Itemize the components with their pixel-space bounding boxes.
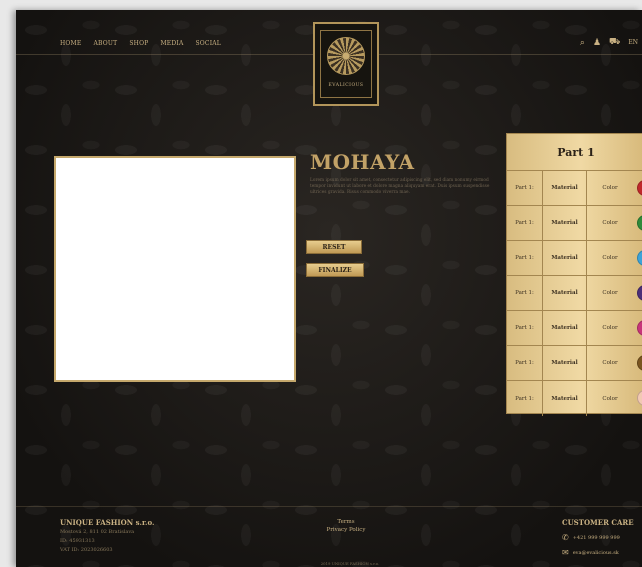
footer-id: ID: 45931313 [60, 538, 95, 544]
color-swatch[interactable] [637, 390, 642, 406]
language-switch[interactable]: EN [628, 39, 638, 46]
color-swatch[interactable] [637, 250, 642, 266]
part-label: Part 1: [507, 171, 543, 205]
part-row: Part 1: Material Color [507, 311, 642, 346]
footer-divider [16, 506, 642, 507]
nav-media[interactable]: MEDIA [160, 40, 183, 47]
footer-links: Terms Privacy Policy [316, 518, 376, 534]
email-contact[interactable]: ✉ eva@evalicious.sk [562, 548, 634, 557]
reset-button[interactable]: RESET [306, 240, 362, 254]
logo-emblem-icon [327, 37, 365, 75]
material-select[interactable]: Material [543, 276, 587, 310]
part-label: Part 1: [507, 276, 543, 310]
footer-address: Mostová 2, 811 02 Bratislava [60, 529, 135, 535]
color-swatch[interactable] [637, 285, 642, 301]
material-select[interactable]: Material [543, 346, 587, 380]
product-description: Lorem ipsum dolor sit amet, consectetur … [310, 178, 490, 195]
part-row: Part 1: Material Color [507, 241, 642, 276]
footer-vat: VAT ID: 2023026603 [60, 547, 113, 553]
material-select[interactable]: Material [543, 241, 587, 275]
brand-logo[interactable]: EVALICIOUS [313, 22, 379, 106]
footer-company-info: UNIQUE FASHION s.r.o. Mostová 2, 811 02 … [60, 518, 154, 554]
parts-panel: Part 1 Part 1: Material Color Part 1: Ma… [506, 133, 642, 416]
product-title: MOHAYA [310, 150, 415, 174]
part-row: Part 1: Material Color [507, 206, 642, 241]
part-label: Part 1: [507, 346, 543, 380]
finalize-button[interactable]: FINALIZE [306, 263, 364, 277]
color-swatch[interactable] [637, 320, 642, 336]
customer-care-title: CUSTOMER CARE [562, 518, 634, 527]
terms-link[interactable]: Terms [316, 518, 376, 526]
footer-company-name: UNIQUE FASHION s.r.o. [60, 518, 155, 527]
nav-home[interactable]: HOME [60, 40, 81, 47]
part-row: Part 1: Material Color [507, 346, 642, 381]
color-label: Color [602, 360, 618, 366]
part-row: Part 1: Material Color [507, 381, 642, 416]
logo-frame: EVALICIOUS [320, 30, 372, 98]
color-label: Color [602, 325, 618, 331]
material-select[interactable]: Material [543, 311, 587, 345]
color-swatch[interactable] [637, 215, 642, 231]
part-row: Part 1: Material Color [507, 276, 642, 311]
color-label: Color [602, 255, 618, 261]
color-label: Color [602, 395, 618, 402]
phone-icon: ✆ [562, 533, 569, 542]
footer-copyright: 2019 UNIQUE FASHION s.r.o. [320, 561, 380, 566]
color-swatch[interactable] [637, 180, 642, 196]
material-select[interactable]: Material [543, 381, 587, 416]
part-label: Part 1: [507, 241, 543, 275]
part-label: Part 1: [507, 381, 543, 416]
design-canvas[interactable] [54, 156, 296, 382]
part-label: Part 1: [507, 311, 543, 345]
logo-text: EVALICIOUS [328, 83, 364, 88]
material-select[interactable]: Material [543, 206, 587, 240]
page-frame: HOME ABOUT SHOP MEDIA SOCIAL EVALICIOUS … [16, 10, 642, 567]
mail-icon: ✉ [562, 548, 569, 557]
parts-panel-title: Part 1 [507, 134, 642, 171]
nav-social[interactable]: SOCIAL [195, 40, 221, 47]
top-nav: HOME ABOUT SHOP MEDIA SOCIAL [60, 40, 221, 47]
nav-about[interactable]: ABOUT [93, 40, 117, 47]
material-select[interactable]: Material [543, 171, 587, 205]
part-row: Part 1: Material Color [507, 171, 642, 206]
color-label: Color [602, 185, 618, 191]
header-actions: ⌕ ♟ ⛟ EN [580, 37, 638, 48]
user-icon[interactable]: ♟ [593, 38, 601, 48]
color-swatch[interactable] [637, 355, 642, 371]
color-label: Color [602, 290, 618, 296]
cart-icon[interactable]: ⛟ [609, 37, 620, 48]
phone-contact[interactable]: ✆ +421 999 999 999 [562, 533, 634, 542]
privacy-link[interactable]: Privacy Policy [316, 526, 376, 534]
email-address: eva@evalicious.sk [572, 549, 619, 556]
footer-customer-care: CUSTOMER CARE ✆ +421 999 999 999 ✉ eva@e… [562, 518, 634, 557]
phone-number: +421 999 999 999 [572, 534, 620, 541]
search-icon[interactable]: ⌕ [580, 38, 585, 48]
color-label: Color [602, 220, 618, 226]
nav-shop[interactable]: SHOP [129, 40, 148, 47]
part-label: Part 1: [507, 206, 543, 240]
